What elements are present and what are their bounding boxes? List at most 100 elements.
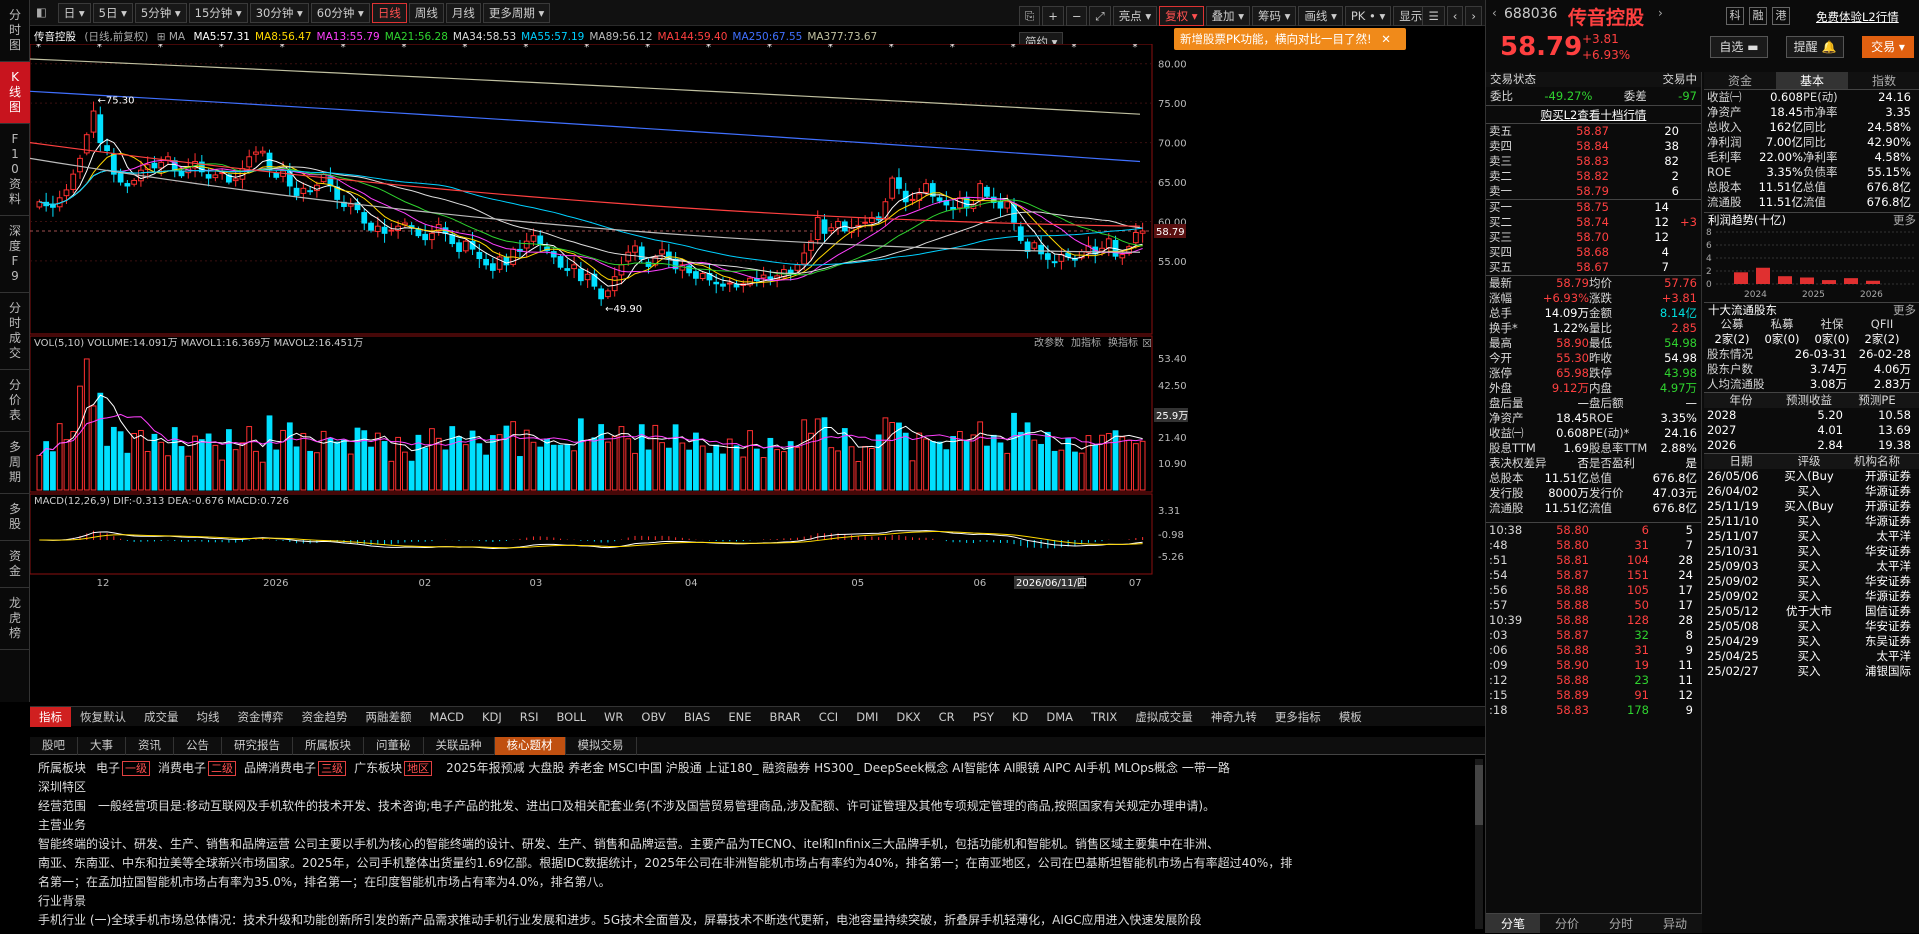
indicator-item[interactable]: CR: [930, 707, 964, 727]
tick-tab[interactable]: 分笔: [1486, 914, 1540, 933]
bottom-tab[interactable]: 资讯: [126, 737, 174, 755]
tool-button[interactable]: 叠加 ▾: [1205, 6, 1250, 26]
tool-button[interactable]: PK • ▾: [1344, 6, 1392, 26]
tick-tab[interactable]: 异动: [1648, 914, 1702, 933]
sidebar-item[interactable]: 龙虎榜: [0, 588, 30, 650]
pane-tool[interactable]: 改参数: [1034, 336, 1064, 349]
bottom-tab[interactable]: 问董秘: [364, 737, 424, 755]
trade-button[interactable]: 交易 ▾: [1862, 36, 1914, 58]
sector-tag[interactable]: 消费电子 二级: [158, 761, 238, 776]
indicator-item[interactable]: BIAS: [675, 707, 719, 727]
indicator-item[interactable]: DKX: [887, 707, 929, 727]
fin-tab[interactable]: 基本: [1776, 72, 1848, 89]
kline-chart[interactable]: 80.0075.0070.0065.0060.0055.0058.79←75.3…: [30, 44, 1412, 704]
scrollbar[interactable]: [1475, 759, 1483, 929]
next-icon[interactable]: ›: [1465, 6, 1482, 26]
free-l2[interactable]: 免费体验L2行情: [1816, 9, 1899, 25]
buy-l2-link[interactable]: 购买L2查看十档行情: [1541, 106, 1647, 123]
profit-more[interactable]: 更多: [1893, 213, 1916, 227]
indicator-item[interactable]: KDJ: [473, 707, 511, 727]
indicator-item[interactable]: MACD: [421, 707, 473, 727]
pane-tool[interactable]: 加指标: [1071, 336, 1101, 349]
indicator-item[interactable]: 指标: [30, 707, 71, 727]
period-button[interactable]: 日 ▾: [57, 3, 91, 23]
indicator-item[interactable]: KD: [1003, 707, 1037, 727]
tool-button[interactable]: 画线 ▾: [1298, 6, 1343, 26]
sidebar-item[interactable]: 分价表: [0, 370, 30, 432]
sidebar-item[interactable]: F10资料: [0, 124, 30, 216]
chevron-right-icon[interactable]: ›: [1658, 6, 1663, 20]
indicator-item[interactable]: WR: [595, 707, 632, 727]
sector-tag[interactable]: 品牌消费电子 三级: [244, 761, 348, 776]
bottom-tab[interactable]: 研究报告: [222, 737, 293, 755]
indicator-item[interactable]: DMI: [847, 707, 887, 727]
tool-button[interactable]: 复权 ▾: [1159, 6, 1204, 26]
bottom-tab[interactable]: 所属板块: [293, 737, 364, 755]
indicator-item[interactable]: 模板: [1330, 707, 1371, 727]
alert-button[interactable]: 提醒 🔔: [1786, 36, 1844, 58]
indicator-item[interactable]: 资金博弈: [229, 707, 293, 727]
indicator-item[interactable]: 资金趋势: [293, 707, 357, 727]
indicator-item[interactable]: 虚拟成交量: [1126, 707, 1202, 727]
period-button[interactable]: 15分钟 ▾: [188, 3, 248, 23]
fin-tab[interactable]: 指数: [1848, 72, 1919, 89]
bottom-tab[interactable]: 公告: [174, 737, 222, 755]
indicator-item[interactable]: 成交量: [135, 707, 188, 727]
period-button[interactable]: 5分钟 ▾: [134, 3, 187, 23]
sidebar-item[interactable]: 分时图: [0, 0, 30, 62]
indicator-item[interactable]: BOLL: [547, 707, 595, 727]
indicator-item[interactable]: 神奇九转: [1202, 707, 1266, 727]
sidebar-item[interactable]: 多股: [0, 494, 30, 541]
bottom-tab[interactable]: 股吧: [30, 737, 78, 755]
prev-icon[interactable]: ‹: [1446, 6, 1464, 26]
sidebar-item[interactable]: 深度F9: [0, 216, 30, 293]
sidebar-item[interactable]: 分时成交: [0, 293, 30, 370]
sector-tag[interactable]: 广东板块 地区: [354, 761, 434, 776]
sidebar-item[interactable]: 多周期: [0, 432, 30, 494]
sector-tag[interactable]: 电子 一级: [96, 761, 152, 776]
toolbar-icon[interactable]: ◧: [31, 3, 52, 23]
tool-icon[interactable]: −: [1065, 6, 1088, 26]
tool-button[interactable]: 筹码 ▾: [1252, 6, 1297, 26]
tick-tab[interactable]: 分时: [1594, 914, 1648, 933]
tool-icon[interactable]: ⤢: [1089, 6, 1111, 26]
bottom-tab[interactable]: 大事: [78, 737, 126, 755]
vol-tick: 42.50: [1158, 381, 1187, 392]
indicator-item[interactable]: DMA: [1037, 707, 1082, 727]
sidebar-item[interactable]: K线图: [0, 62, 30, 124]
bottom-tab[interactable]: 关联品种: [424, 737, 495, 755]
sidebar-item[interactable]: 资金: [0, 541, 30, 588]
indicator-item[interactable]: 更多指标: [1266, 707, 1330, 727]
indicator-item[interactable]: BRAR: [760, 707, 809, 727]
period-button[interactable]: 5日 ▾: [92, 3, 133, 23]
indicator-item[interactable]: PSY: [964, 707, 1003, 727]
close-icon[interactable]: ☒: [1142, 337, 1152, 350]
watch-button[interactable]: 自选 ▬: [1710, 36, 1768, 58]
indicator-item[interactable]: RSI: [511, 707, 548, 727]
indicator-item[interactable]: OBV: [632, 707, 674, 727]
indicator-item[interactable]: ENE: [719, 707, 760, 727]
indicator-item[interactable]: 恢复默认: [71, 707, 135, 727]
fin-tab[interactable]: 资金: [1704, 72, 1776, 89]
menu-icon[interactable]: ☰: [1422, 6, 1445, 26]
tool-button[interactable]: 亮点 ▾: [1112, 6, 1158, 26]
tick-tab[interactable]: 分价: [1540, 914, 1594, 933]
tool-icon[interactable]: ⎘: [1019, 6, 1041, 26]
chevron-left-icon[interactable]: ‹: [1492, 6, 1497, 20]
pane-tool[interactable]: 换指标: [1108, 336, 1138, 349]
indicator-item[interactable]: 均线: [188, 707, 229, 727]
period-button[interactable]: 30分钟 ▾: [249, 3, 309, 23]
period-button[interactable]: 日线: [371, 3, 407, 23]
bottom-tab[interactable]: 核心题材: [494, 737, 566, 755]
candle: [1031, 242, 1038, 249]
holders-more[interactable]: 更多: [1893, 303, 1916, 317]
tool-icon[interactable]: +: [1042, 6, 1064, 26]
bottom-tab[interactable]: 模拟交易: [566, 737, 637, 755]
indicator-item[interactable]: 两融差额: [357, 707, 421, 727]
indicator-item[interactable]: TRIX: [1082, 707, 1126, 727]
indicator-item[interactable]: CCI: [810, 707, 847, 727]
period-button[interactable]: 60分钟 ▾: [310, 3, 370, 23]
period-button[interactable]: 周线: [408, 3, 444, 23]
period-button[interactable]: 更多周期 ▾: [482, 3, 551, 23]
period-button[interactable]: 月线: [445, 3, 481, 23]
